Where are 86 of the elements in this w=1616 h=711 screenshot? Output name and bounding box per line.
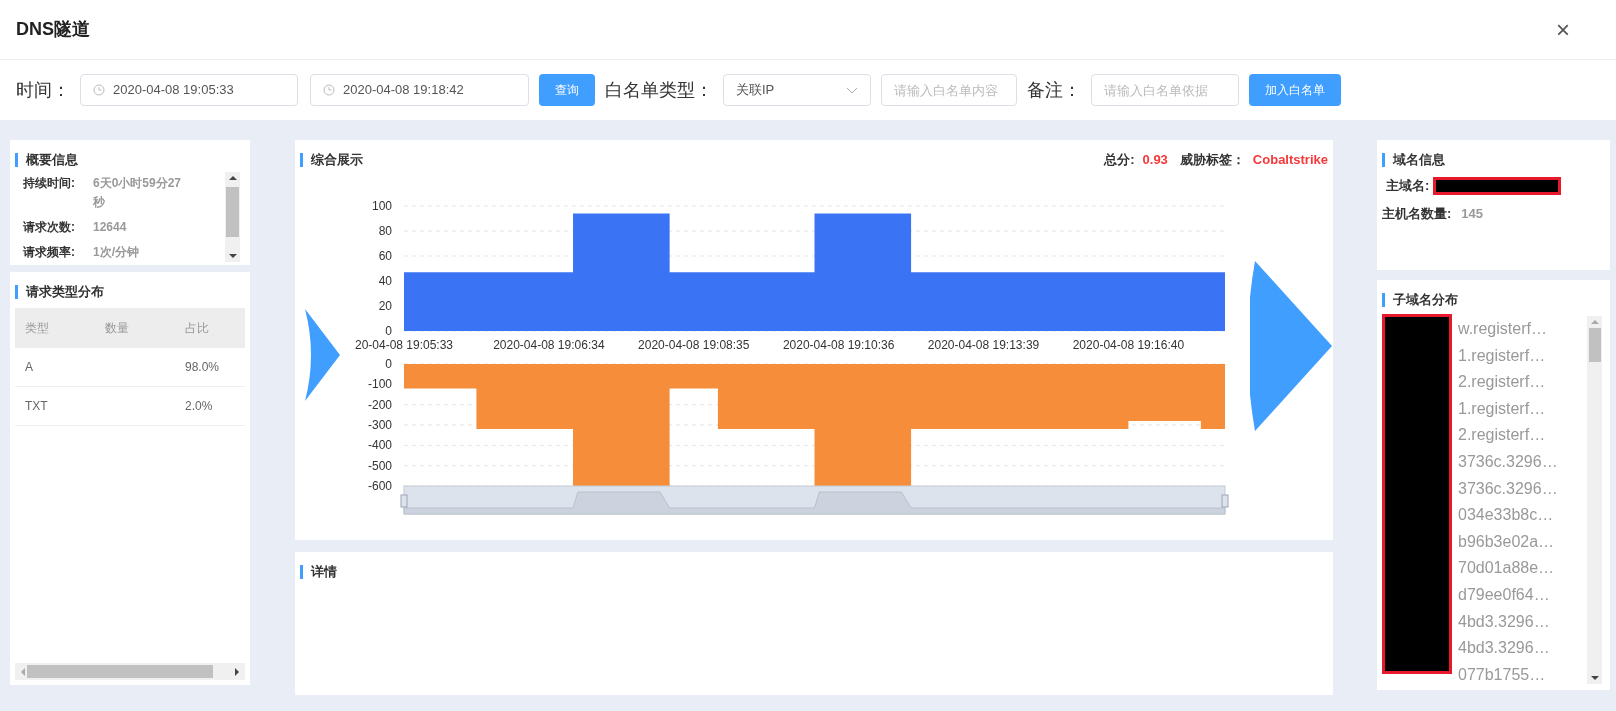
window-title: DNS隧道	[16, 18, 90, 41]
subdomain-item[interactable]: 1.registerf…	[1458, 395, 1587, 423]
y-tick-label: -300	[367, 418, 392, 432]
subdomain-item[interactable]: 034e33b8c…	[1458, 502, 1587, 529]
summary-value: 1次/分钟	[93, 244, 140, 261]
y-tick-label: 20	[378, 299, 392, 313]
table-cell-text: TXT	[24, 398, 49, 415]
summary-label: 请求频率:	[23, 244, 76, 261]
column-header: 占比	[184, 320, 210, 337]
range-slider[interactable]	[400, 485, 1229, 515]
host-count-value: 145	[1461, 204, 1484, 223]
subdomain-item[interactable]: d79ee0f64…	[1458, 581, 1587, 609]
subdomain-item[interactable]: 2.registerf…	[1458, 422, 1587, 449]
whitelist-type-label: 白名单类型：	[605, 78, 713, 102]
summary-value: 6天0小时59分27秒	[93, 175, 183, 211]
table-cell-text: 98.0%	[184, 359, 221, 376]
column-header: 数量	[104, 320, 130, 337]
subdomain-item[interactable]: 3736c.3296…	[1458, 448, 1587, 476]
chevron-down-icon	[846, 86, 858, 94]
x-tick-label: 2020-04-08 19:16:40	[1072, 338, 1185, 352]
threat-tag-value: Cobaltstrike	[1252, 151, 1328, 170]
y-tick-label: -200	[367, 397, 392, 412]
clock-icon	[323, 84, 335, 96]
y-tick-label: 40	[378, 274, 392, 288]
section-title: 详情	[311, 563, 337, 582]
section-title: 综合展示	[311, 151, 363, 170]
x-tick-label: 2020-04-08 19:10:36	[782, 338, 895, 352]
right-arrow-icon[interactable]	[1250, 261, 1332, 431]
table-cell-text: A	[24, 359, 34, 376]
left-arrow-icon[interactable]	[305, 309, 340, 401]
x-tick-label: 2020-04-08 19:08:35	[638, 338, 750, 352]
vertical-scrollbar[interactable]	[225, 172, 240, 262]
section-marker	[1382, 153, 1385, 167]
threat-tag-label: 威胁标签：	[1179, 151, 1245, 170]
section-marker	[300, 565, 303, 579]
y-tick-label: 100	[371, 199, 392, 213]
subdomain-item[interactable]: 70d01a88e…	[1458, 555, 1587, 582]
clock-icon	[93, 84, 105, 96]
vertical-scrollbar[interactable]	[1587, 316, 1602, 684]
remark-field[interactable]: 请输入白名单依据	[1091, 74, 1239, 106]
time-label: 时间：	[16, 78, 70, 102]
y-tick-label: 60	[378, 249, 392, 263]
y-tick-label: 0	[385, 324, 392, 338]
x-tick-label: 20-04-08 19:05:33	[354, 338, 454, 352]
y-tick-label: -100	[367, 377, 392, 392]
summary-value: 12644	[93, 219, 128, 236]
x-tick-label: 2020-04-08 19:06:34	[493, 338, 605, 352]
query-button[interactable]: 查询	[539, 74, 595, 106]
column-header: 类型	[24, 320, 50, 337]
summary-label: 持续时间:	[23, 175, 76, 192]
section-title: 子域名分布	[1393, 291, 1458, 310]
section-marker	[15, 285, 18, 299]
horizontal-scrollbar[interactable]	[15, 663, 245, 680]
subdomain-item[interactable]: 077b1755…	[1458, 661, 1587, 689]
section-marker	[1382, 293, 1385, 307]
section-title: 域名信息	[1393, 151, 1445, 170]
section-marker	[300, 153, 303, 167]
y-tick-label: -600	[367, 479, 392, 493]
subdomain-item[interactable]: w.registerf…	[1458, 316, 1587, 343]
section-title: 概要信息	[26, 151, 78, 170]
section-title: 请求类型分布	[26, 283, 104, 302]
close-button[interactable]: ×	[1556, 17, 1570, 42]
main-domain-label: 主域名:	[1386, 177, 1430, 195]
whitelist-content-field[interactable]: 请输入白名单内容	[881, 74, 1017, 106]
date-time-field[interactable]: 2020-04-08 19:18:42	[310, 74, 529, 106]
x-tick-label: 2020-04-08 19:13:39	[927, 338, 1040, 352]
add-to-whitelist-button[interactable]: 加入白名单	[1249, 74, 1341, 106]
host-count-label: 主机名数量:	[1382, 204, 1452, 223]
y-tick-label: 0	[385, 357, 392, 371]
subdomain-item[interactable]: b96b3e02a…	[1458, 528, 1587, 556]
table-cell-text: 2.0%	[184, 398, 214, 415]
remark-label: 备注：	[1027, 78, 1081, 102]
y-tick-label: -500	[367, 458, 392, 473]
subdomain-item[interactable]: 4bd3.3296…	[1458, 635, 1587, 662]
subdomain-item[interactable]: 2.registerf…	[1458, 369, 1587, 396]
score-value: 0.93	[1142, 151, 1168, 170]
subdomain-item[interactable]: 4bd3.3296…	[1458, 608, 1587, 636]
y-tick-label: 80	[378, 224, 392, 238]
y-tick-label: -400	[367, 438, 392, 453]
score-label: 总分:	[1104, 151, 1135, 170]
subdomain-item[interactable]: 1.registerf…	[1458, 342, 1587, 370]
summary-label: 请求次数:	[23, 219, 76, 236]
whitelist-type-select[interactable]: 关联IP	[723, 74, 871, 106]
section-marker	[15, 153, 18, 167]
subdomain-item[interactable]: 3736c.3296…	[1458, 475, 1587, 503]
date-time-field[interactable]: 2020-04-08 19:05:33	[80, 74, 298, 106]
